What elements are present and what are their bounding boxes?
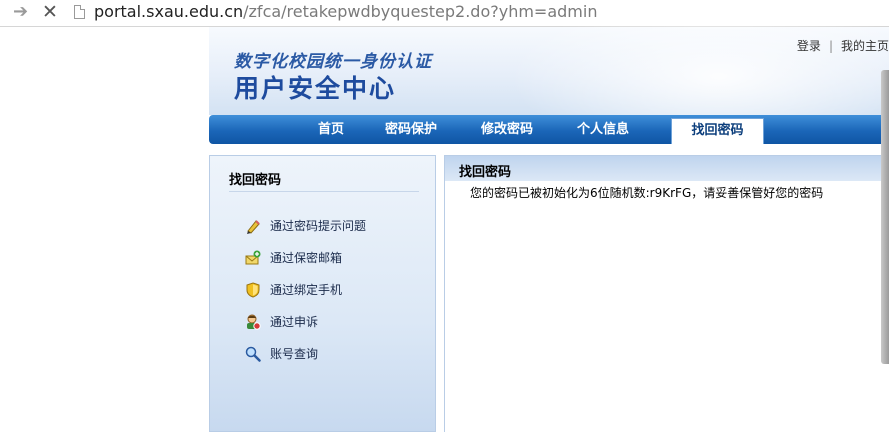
nav-personal-info[interactable]: 个人信息: [563, 115, 643, 144]
mail-add-icon: [245, 250, 261, 266]
url-path: /zfca/retakepwdbyquestep2.do?yhm=admin: [243, 2, 598, 21]
site-header: 数字化校园统一身份认证 用户安全中心 登录 | 我的主页: [209, 0, 889, 157]
site-title: 用户安全中心: [234, 74, 397, 103]
sidebar-item-phone[interactable]: 通过绑定手机: [245, 280, 342, 300]
nav-home[interactable]: 首页: [303, 115, 359, 144]
top-links: 登录 | 我的主页: [797, 37, 889, 54]
page-icon: [74, 5, 85, 19]
sidebar-item-account-lookup[interactable]: 账号查询: [245, 344, 318, 364]
sidebar-item-label: 账号查询: [270, 347, 319, 361]
link-separator: |: [828, 39, 833, 53]
nav-password-protection[interactable]: 密码保护: [371, 115, 451, 144]
nav-change-password[interactable]: 修改密码: [467, 115, 547, 144]
sidebar-item-label: 通过绑定手机: [270, 283, 343, 297]
my-homepage-link[interactable]: 我的主页: [841, 39, 889, 53]
sidebar-title: 找回密码: [229, 173, 282, 188]
shield-icon: [245, 281, 261, 298]
panel-header: 找回密码: [445, 156, 889, 181]
nav-retrieve-password[interactable]: 找回密码: [671, 118, 764, 144]
address-bar[interactable]: portal.sxau.edu.cn/zfca/retakepwdbyquest…: [94, 2, 597, 22]
sidebar: 找回密码 通过密码提示问题 通过保密邮箱 通过绑定手机 通过申诉 账号查询: [209, 155, 436, 432]
sidebar-item-label: 通过密码提示问题: [270, 219, 367, 233]
stop-loading-icon[interactable]: ✕: [42, 2, 58, 22]
main-nav: 首页 密码保护 修改密码 个人信息 找回密码: [209, 115, 889, 144]
side-scroll-tab[interactable]: [881, 70, 889, 364]
forward-arrow-icon[interactable]: ➔: [13, 3, 28, 21]
sidebar-item-label: 通过申诉: [270, 315, 319, 329]
magnifier-icon: [245, 346, 261, 362]
sidebar-item-question[interactable]: 通过密码提示问题: [245, 216, 366, 236]
result-message: 您的密码已被初始化为6位随机数:r9KrFG，请妥善保管好您的密码: [470, 186, 824, 200]
user-appeal-icon: [245, 314, 261, 330]
main-panel: 找回密码 您的密码已被初始化为6位随机数:r9KrFG，请妥善保管好您的密码: [444, 155, 889, 432]
panel-title: 找回密码: [459, 165, 512, 180]
login-link[interactable]: 登录: [797, 39, 821, 53]
pencil-icon: [245, 218, 261, 234]
sidebar-item-appeal[interactable]: 通过申诉: [245, 312, 318, 332]
sidebar-item-label: 通过保密邮箱: [270, 251, 343, 265]
url-host: portal.sxau.edu.cn: [94, 2, 244, 21]
sidebar-item-email[interactable]: 通过保密邮箱: [245, 248, 342, 268]
divider: [229, 191, 419, 192]
